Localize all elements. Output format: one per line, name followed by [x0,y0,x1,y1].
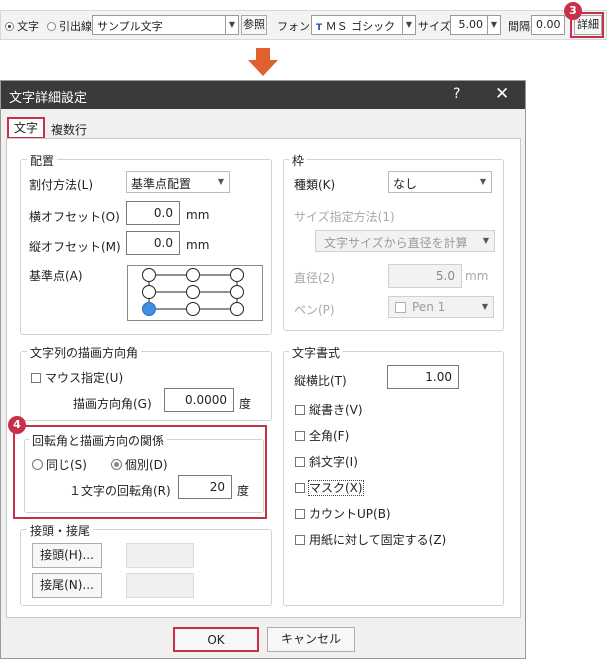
angle-label: 描画方向角(G) [73,397,152,411]
style-title: 文字書式 [289,344,344,361]
prefix-button[interactable]: 接頭(H)... [32,543,102,568]
hoffset-label: 横オフセット(O) [29,210,120,224]
char-angle-unit: 度 [237,484,250,498]
vertical-checkbox[interactable]: 縦書き(V) [295,401,363,418]
radio-same[interactable]: 同じ(S) [32,456,87,473]
sample-text-input[interactable]: サンプル文字 [92,15,226,35]
radio-icon [111,459,122,470]
size-method-label: サイズ指定方法(1) [294,210,395,224]
frame-title: 枠 [289,152,308,169]
chevron-down-icon[interactable]: ▼ [225,15,239,35]
anchor-top-left[interactable] [142,268,156,282]
placement-title: 配置 [27,152,58,169]
toolbar: 文字 引出線 サンプル文字 ▼ 参照 フォント T ＭＳ ゴシック ▼ サイズ … [0,10,607,40]
radio-individual[interactable]: 個別(D) [111,456,168,473]
mouse-checkbox[interactable]: マウス指定(U) [31,369,123,386]
checkbox-icon [31,373,41,383]
prefix-preview [126,543,194,568]
anchor-top-right[interactable] [230,268,244,282]
font-select[interactable]: T ＭＳ ゴシック [311,15,403,35]
radio-leader[interactable]: 引出線 [47,18,92,34]
dialog-title: 文字詳細設定 [9,91,88,106]
help-button[interactable]: ? [453,86,460,102]
anchor-bottom-right[interactable] [230,302,244,316]
checkbox-icon [295,457,305,467]
anchor-middle-left[interactable] [142,285,156,299]
checkbox-icon [295,535,305,545]
frame-type-select[interactable]: なし ▼ [388,171,492,193]
mask-checkbox[interactable]: マスク(X) [295,479,364,496]
text-detail-dialog: 文字詳細設定 ? ✕ 文字 複数行 配置 割付方法(L) 基準点配置 ▼ 横オフセ… [0,80,526,659]
char-angle-label: １文字の回転角(R) [69,484,171,498]
suffix-button[interactable]: 接尾(N)... [32,573,102,598]
anchor-top-center[interactable] [186,268,200,282]
step-badge: 3 [564,2,582,20]
angle-unit: 度 [239,397,252,411]
step-badge: 4 [8,416,26,434]
pen-select[interactable]: Pen 1 ▼ [388,296,494,318]
countup-checkbox[interactable]: カウントUP(B) [295,505,391,522]
ratio-label: 縦横比(T) [294,374,347,388]
spacing-label: 間隔 [508,20,530,33]
chevron-down-icon: ▼ [217,177,224,186]
tab-panel: 配置 割付方法(L) 基準点配置 ▼ 横オフセット(O) 0.0 mm 縦オフセッ… [6,138,521,618]
method-select[interactable]: 基準点配置 ▼ [126,171,230,193]
tab-text[interactable]: 文字 [7,117,45,139]
pen-color-swatch [395,302,406,313]
checkbox-icon [295,431,305,441]
method-label: 割付方法(L) [29,178,94,192]
cancel-button[interactable]: キャンセル [267,627,355,652]
size-label: サイズ [418,20,451,33]
title-bar: 文字詳細設定 ? ✕ [1,81,525,109]
chevron-down-icon[interactable]: ▼ [402,15,416,35]
rotation-title: 回転角と描画方向の関係 [29,432,168,449]
radio-icon [5,22,14,31]
chevron-down-icon[interactable]: ▼ [487,15,501,35]
char-angle-input[interactable]: 20 [178,475,232,499]
diameter-unit: mm [465,269,489,283]
anchor-point-grid[interactable] [127,265,263,321]
spacing-input[interactable]: 0.00 [531,15,565,35]
affix-title: 接頭・接尾 [27,522,94,539]
pen-label: ペン(P) [294,303,335,317]
hoffset-unit: mm [186,208,210,222]
radio-text[interactable]: 文字 [5,18,39,34]
diameter-label: 直径(2) [294,271,335,285]
ok-button[interactable]: OK [173,627,259,652]
radio-icon [32,459,43,470]
direction-title: 文字列の描画方向角 [27,344,142,361]
chevron-down-icon: ▼ [481,302,488,311]
anchor-label: 基準点(A) [29,269,83,283]
fullwidth-checkbox[interactable]: 全角(F) [295,427,349,444]
hoffset-input[interactable]: 0.0 [126,201,180,225]
size-input[interactable]: 5.00 [450,15,488,35]
tab-multiline[interactable]: 複数行 [51,121,87,138]
voffset-label: 縦オフセット(M) [29,240,121,254]
diameter-input[interactable]: 5.0 [388,264,462,288]
anchor-bottom-center[interactable] [186,302,200,316]
ref-button[interactable]: 参照 [241,15,267,35]
angle-input[interactable]: 0.0000 [164,388,234,412]
voffset-unit: mm [186,238,210,252]
suffix-preview [126,573,194,598]
anchor-middle-right[interactable] [230,285,244,299]
frame-type-label: 種類(K) [294,178,336,192]
anchor-bottom-left[interactable] [142,302,156,316]
checkbox-icon [295,405,305,415]
font-type-icon: T [316,23,323,33]
close-button[interactable]: ✕ [495,84,509,104]
voffset-input[interactable]: 0.0 [126,231,180,255]
chevron-down-icon: ▼ [479,177,486,186]
size-method-select[interactable]: 文字サイズから直径を計算 ▼ [315,230,495,252]
arrow-down-icon [248,48,278,76]
radio-icon [47,22,56,31]
chevron-down-icon: ▼ [482,236,489,245]
italic-checkbox[interactable]: 斜文字(I) [295,453,358,470]
anchor-middle-center[interactable] [186,285,200,299]
checkbox-icon [295,483,305,493]
ratio-input[interactable]: 1.00 [387,365,459,389]
fix-to-paper-checkbox[interactable]: 用紙に対して固定する(Z) [295,531,446,548]
checkbox-icon [295,509,305,519]
